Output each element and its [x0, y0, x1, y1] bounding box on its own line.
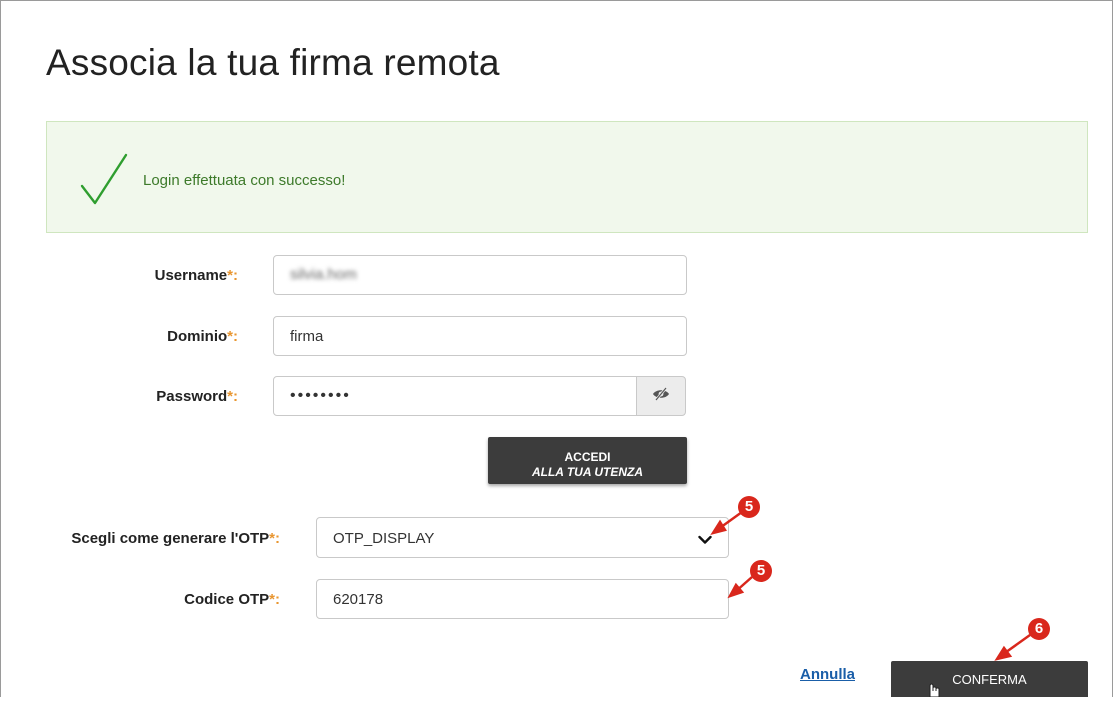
step-marker-5-code: 5 — [750, 560, 772, 582]
step-marker-6: 6 — [1028, 618, 1050, 640]
annotation-arrows — [710, 510, 1031, 661]
step-marker-5: 5 — [738, 496, 760, 518]
hand-cursor-icon — [925, 683, 943, 702]
